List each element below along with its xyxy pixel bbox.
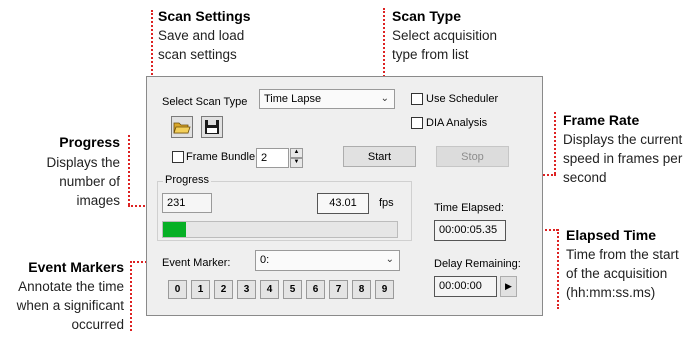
fps-display: 43.01 (317, 193, 369, 214)
frame-bundle-label: Frame Bundle (186, 151, 256, 163)
scan-type-value: Time Lapse (264, 93, 322, 105)
annotation-frame-rate-body: Displays the current speed in frames per… (563, 130, 682, 187)
event-key-0[interactable]: 0 (168, 280, 187, 299)
annotation-scan-settings-body: Save and load scan settings (158, 26, 244, 64)
event-key-2[interactable]: 2 (214, 280, 233, 299)
frame-bundle-input[interactable]: 2 (256, 148, 289, 168)
annotation-line: Annotate the time (18, 279, 124, 294)
annotation-event-markers-body: Annotate the time when a significant occ… (4, 277, 124, 334)
frame-bundle-increment[interactable]: ▲ (290, 148, 303, 158)
event-key-7[interactable]: 7 (329, 280, 348, 299)
play-arrow-icon: ▶ (505, 281, 512, 291)
frame-bundle-checkbox[interactable] (172, 151, 184, 163)
annotation-elapsed-time-title: Elapsed Time (566, 227, 657, 243)
annotation-scan-type-body: Select acquisition type from list (392, 26, 497, 64)
leader-event-markers (130, 261, 132, 331)
use-scheduler-label: Use Scheduler (426, 93, 499, 105)
annotation-line: Displays the current (563, 132, 683, 147)
annotation-line: scan settings (158, 47, 237, 62)
progress-bar (162, 221, 398, 238)
annotation-progress-title: Progress (59, 134, 120, 150)
event-key-5[interactable]: 5 (283, 280, 302, 299)
annotation-line: Time from the start (566, 247, 679, 262)
open-folder-icon (173, 122, 191, 134)
chevron-down-icon: ⌄ (385, 254, 394, 265)
leader-frame-rate (554, 112, 556, 174)
scan-type-select[interactable]: Time Lapse ⌄ (259, 89, 395, 109)
annotation-line: second (563, 170, 607, 185)
annotation-line: number of (59, 174, 120, 189)
fps-unit-label: fps (379, 197, 394, 209)
annotation-line: type from list (392, 47, 469, 62)
annotation-line: Select acquisition (392, 28, 498, 43)
delay-remaining-display: 00:00:00 (434, 276, 497, 297)
event-key-1[interactable]: 1 (191, 280, 210, 299)
acquisition-panel: Select Scan Type Time Lapse ⌄ Use Schedu… (146, 76, 543, 316)
annotation-progress-body: Displays the number of images (20, 153, 120, 210)
annotation-line: of the acquisition (566, 266, 668, 281)
stop-button[interactable]: Stop (436, 146, 509, 167)
frame-bundle-decrement[interactable]: ▼ (290, 158, 303, 168)
event-marker-label: Event Marker: (162, 257, 231, 269)
dia-analysis-checkbox[interactable] (411, 117, 423, 129)
annotation-scan-type-title: Scan Type (392, 8, 461, 24)
event-key-row: 0123456789 (168, 280, 408, 300)
event-marker-value: 0: (260, 254, 270, 266)
delay-advance-button[interactable]: ▶ (500, 276, 517, 297)
annotation-line: occurred (71, 317, 124, 332)
save-settings-button[interactable] (201, 116, 223, 138)
event-marker-select[interactable]: 0: ⌄ (255, 250, 400, 271)
leader-progress (128, 135, 130, 205)
delay-remaining-label: Delay Remaining: (434, 258, 521, 270)
chevron-down-icon: ⌄ (380, 93, 389, 104)
annotation-line: images (76, 193, 120, 208)
leader-elapsed-time (557, 229, 559, 309)
dia-analysis-label: DIA Analysis (426, 117, 488, 129)
event-key-8[interactable]: 8 (352, 280, 371, 299)
annotation-line: Displays the (46, 155, 120, 170)
annotation-event-markers-title: Event Markers (28, 259, 124, 275)
annotation-line: speed in frames per (563, 151, 683, 166)
event-key-3[interactable]: 3 (237, 280, 256, 299)
load-settings-button[interactable] (171, 116, 193, 138)
progress-group-label: Progress (163, 174, 212, 186)
annotation-line: when a significant (16, 298, 124, 313)
time-elapsed-display: 00:00:05.35 (434, 220, 506, 241)
event-key-4[interactable]: 4 (260, 280, 279, 299)
save-disk-icon (205, 120, 219, 134)
scan-type-label: Select Scan Type (162, 96, 248, 108)
annotation-line: Save and load (158, 28, 245, 43)
image-count-display: 231 (162, 193, 212, 213)
use-scheduler-checkbox[interactable] (411, 93, 423, 105)
annotation-scan-settings-title: Scan Settings (158, 8, 251, 24)
progress-bar-fill (163, 222, 187, 237)
annotation-line: (hh:mm:ss.ms) (566, 285, 656, 300)
annotation-frame-rate-title: Frame Rate (563, 112, 640, 128)
time-elapsed-label: Time Elapsed: (434, 202, 504, 214)
annotation-elapsed-time-body: Time from the start of the acquisition (… (566, 245, 679, 302)
event-key-9[interactable]: 9 (375, 280, 394, 299)
start-button[interactable]: Start (343, 146, 416, 167)
event-key-6[interactable]: 6 (306, 280, 325, 299)
